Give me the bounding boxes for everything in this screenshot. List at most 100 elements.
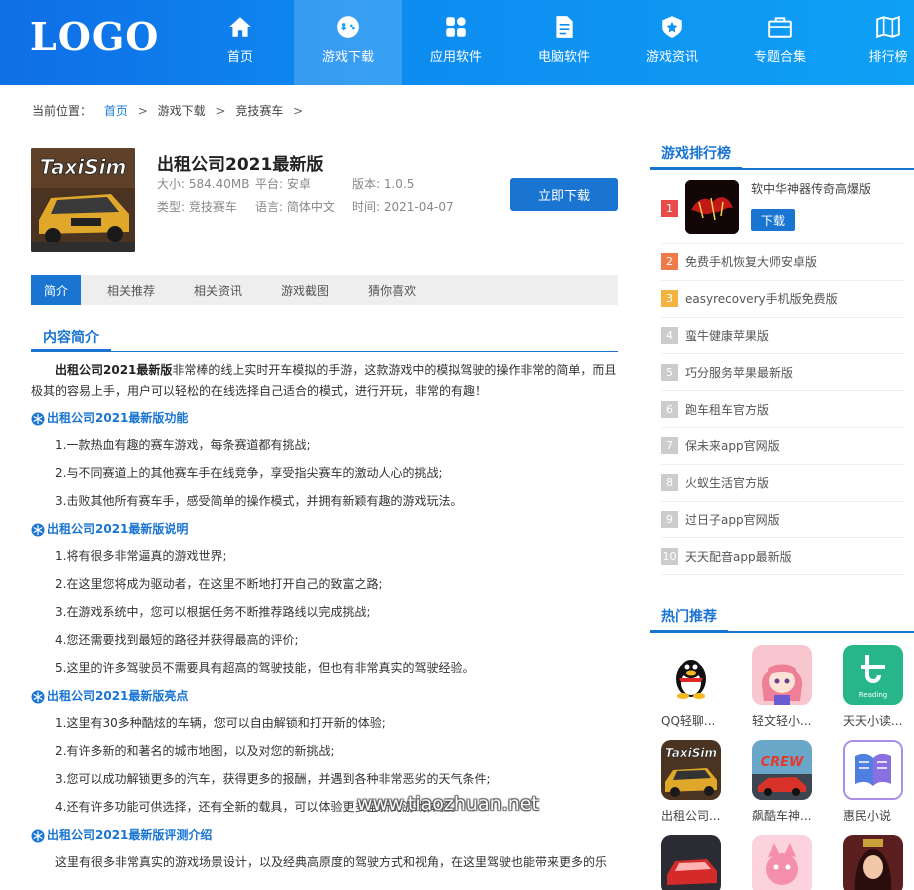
hot-item[interactable] xyxy=(661,835,752,890)
hot-item[interactable] xyxy=(843,835,914,890)
rank-number: 1 xyxy=(661,200,678,217)
map-icon xyxy=(874,13,902,41)
list-item: 2.有许多新的和著名的城市地图，以及对您的新挑战; xyxy=(55,744,335,758)
hot-item[interactable]: TaxiSim 出租公司... xyxy=(661,740,752,835)
star-badge-icon xyxy=(658,13,686,41)
book-icon xyxy=(843,740,903,800)
breadcrumb-game-download[interactable]: 游戏下载 xyxy=(158,104,206,118)
nav-label: 排行榜 xyxy=(868,50,908,65)
nav-rankings[interactable]: 排行榜 xyxy=(834,0,914,85)
rank-row[interactable]: 4 蛮牛健康苹果版 xyxy=(661,318,904,355)
hot-item-label[interactable]: 轻文轻小... xyxy=(752,712,843,729)
hot-item[interactable] xyxy=(752,835,843,890)
section-heading: 出租公司2021最新版功能 xyxy=(31,408,618,429)
breadcrumb-prefix: 当前位置： xyxy=(32,104,93,118)
hot-item-label[interactable]: QQ轻聊... xyxy=(661,712,752,729)
breadcrumb-separator: > xyxy=(293,104,304,118)
reading-icon: Reading xyxy=(843,645,903,705)
tab-intro[interactable]: 简介 xyxy=(31,275,82,305)
rank-row[interactable]: 2 免费手机恢复大师安卓版 xyxy=(661,244,904,281)
svg-text:Reading: Reading xyxy=(859,691,887,699)
breadcrumb-separator: > xyxy=(215,104,226,118)
rank-row[interactable]: 6 跑车租车官方版 xyxy=(661,391,904,428)
breadcrumb-category[interactable]: 竞技赛车 xyxy=(235,104,283,118)
nav-pc-software[interactable]: 电脑软件 xyxy=(510,0,618,85)
hot-item-label[interactable]: 天天小读... xyxy=(843,712,914,729)
app-thumbnail: TaxiSim xyxy=(31,148,135,252)
section-heading: 出租公司2021最新版评测介绍 xyxy=(31,825,618,846)
section-title: 出租公司2021最新版评测介绍 xyxy=(47,828,213,842)
rank-number: 9 xyxy=(661,510,678,528)
svg-text:TaxiSim: TaxiSim xyxy=(665,746,717,760)
nav-home[interactable]: 首页 xyxy=(186,0,294,85)
tab-screenshots[interactable]: 游戏截图 xyxy=(268,275,342,305)
list-item: 3.您可以成功解锁更多的汽车，获得更多的报酬，并遇到各种非常恶劣的天气条件; xyxy=(55,772,491,786)
section-title: 出租公司2021最新版说明 xyxy=(47,522,189,536)
nav-topics[interactable]: 专题合集 xyxy=(726,0,834,85)
rank-item-name[interactable]: 跑车租车官方版 xyxy=(685,401,769,418)
rank-item-name[interactable]: 火蚁生活官方版 xyxy=(685,474,769,491)
tab-related[interactable]: 相关推荐 xyxy=(94,275,168,305)
app-size: 大小: 584.40MB xyxy=(157,177,250,191)
hot-item[interactable]: QQ轻聊... xyxy=(661,645,752,740)
tab-guess-you-like[interactable]: 猜你喜欢 xyxy=(355,275,429,305)
rank-row[interactable]: 3 easyrecovery手机版免费版 xyxy=(661,281,904,318)
list-item: 2.在这里您将成为驱动者，在这里不断地打开自己的致富之路; xyxy=(55,577,383,591)
section-title: 出租公司2021最新版功能 xyxy=(47,411,189,425)
rank-number: 2 xyxy=(661,253,678,271)
download-button[interactable]: 立即下载 xyxy=(510,178,618,211)
list-item: 1.将有很多非常逼真的游戏世界; xyxy=(55,549,227,563)
rank-item-name[interactable]: 巧分服务苹果最新版 xyxy=(685,364,793,381)
hot-item[interactable]: 惠民小说 xyxy=(843,740,914,835)
rank-download-button[interactable]: 下载 xyxy=(751,209,795,231)
hot-item[interactable]: Reading 天天小读... xyxy=(843,645,914,740)
rank-row[interactable]: 9 过日子app官网版 xyxy=(661,502,904,539)
rank-item-name[interactable]: 蛮牛健康苹果版 xyxy=(685,327,769,344)
rank-top-item[interactable]: 1 软中华神器传奇高爆版 下载 xyxy=(661,178,904,244)
hot-heading-bar: 热门推荐 xyxy=(650,606,914,633)
rank-item-name[interactable]: 天天配音app最新版 xyxy=(685,548,792,565)
rank-row[interactable]: 7 保未来app官网版 xyxy=(661,428,904,465)
list-item: 3.击败其他所有赛车手，感受简单的操作模式，并拥有新颖有趣的游戏玩法。 xyxy=(55,494,463,508)
rank-row[interactable]: 8 火蚁生活官方版 xyxy=(661,465,904,502)
nav-label: 专题合集 xyxy=(753,50,806,65)
rank-row[interactable]: 5 巧分服务苹果最新版 xyxy=(661,354,904,392)
snowflake-icon xyxy=(31,523,45,536)
rank-item-name[interactable]: 免费手机恢复大师安卓版 xyxy=(685,253,817,270)
header: LOGO 首页 游戏下载 应用软件 电脑软件 游戏资讯 专题合集 排行榜 xyxy=(0,0,914,85)
section-heading: 出租公司2021最新版说明 xyxy=(31,519,618,540)
site-logo[interactable]: LOGO xyxy=(30,14,159,59)
rank-row[interactable]: 10 天天配音app最新版 xyxy=(661,538,904,576)
hot-item-label[interactable]: 惠民小说 xyxy=(843,807,914,824)
app-version: 版本: 1.0.5 xyxy=(352,177,415,191)
section-heading: 出租公司2021最新版亮点 xyxy=(31,686,618,707)
pink-character-icon xyxy=(752,835,812,890)
list-item: 1.这里有30多种酷炫的车辆，您可以自由解锁和打开新的体验; xyxy=(55,716,386,730)
rank-item-name[interactable]: 软中华神器传奇高爆版 xyxy=(751,180,871,197)
content-heading: 内容简介 xyxy=(31,324,111,352)
tab-related-news[interactable]: 相关资讯 xyxy=(181,275,255,305)
intro-paragraph: 出租公司2021最新版非常棒的线上实时开车模拟的手游，这款游戏中的模拟驾驶的操作… xyxy=(31,360,618,402)
watermark: www.tiaozhuan.net xyxy=(357,793,539,815)
snowflake-icon xyxy=(31,690,45,703)
main-nav: 首页 游戏下载 应用软件 电脑软件 游戏资讯 专题合集 排行榜 xyxy=(186,0,914,85)
nav-game-news[interactable]: 游戏资讯 xyxy=(618,0,726,85)
rank-item-name[interactable]: 过日子app官网版 xyxy=(685,511,780,528)
warrior-girl-icon xyxy=(843,835,903,890)
hot-item[interactable]: 轻文轻小... xyxy=(752,645,843,740)
nav-game-download[interactable]: 游戏下载 xyxy=(294,0,402,85)
rank-item-name[interactable]: 保未来app官网版 xyxy=(685,437,780,454)
rank-item-name[interactable]: easyrecovery手机版免费版 xyxy=(685,290,838,307)
hot-item-label[interactable]: 出租公司... xyxy=(661,807,752,824)
nav-apps[interactable]: 应用软件 xyxy=(402,0,510,85)
breadcrumb-home[interactable]: 首页 xyxy=(104,104,128,118)
rank-heading-bar: 游戏排行榜 xyxy=(650,143,914,170)
hot-item-label[interactable]: 飙酷车神... xyxy=(752,807,843,824)
anime-girl-icon xyxy=(752,645,812,705)
list-item: 1.一款热血有趣的赛车游戏，每条赛道都有挑战; xyxy=(55,438,311,452)
breadcrumb: 当前位置： 首页 > 游戏下载 > 竞技赛车 > xyxy=(32,102,309,119)
apps-icon xyxy=(442,13,470,41)
list-item: 3.在游戏系统中，您可以根据任务不断推荐路线以完成挑战; xyxy=(55,605,371,619)
nav-label: 电脑软件 xyxy=(537,50,590,65)
hot-item[interactable]: CREW 飙酷车神... xyxy=(752,740,843,835)
